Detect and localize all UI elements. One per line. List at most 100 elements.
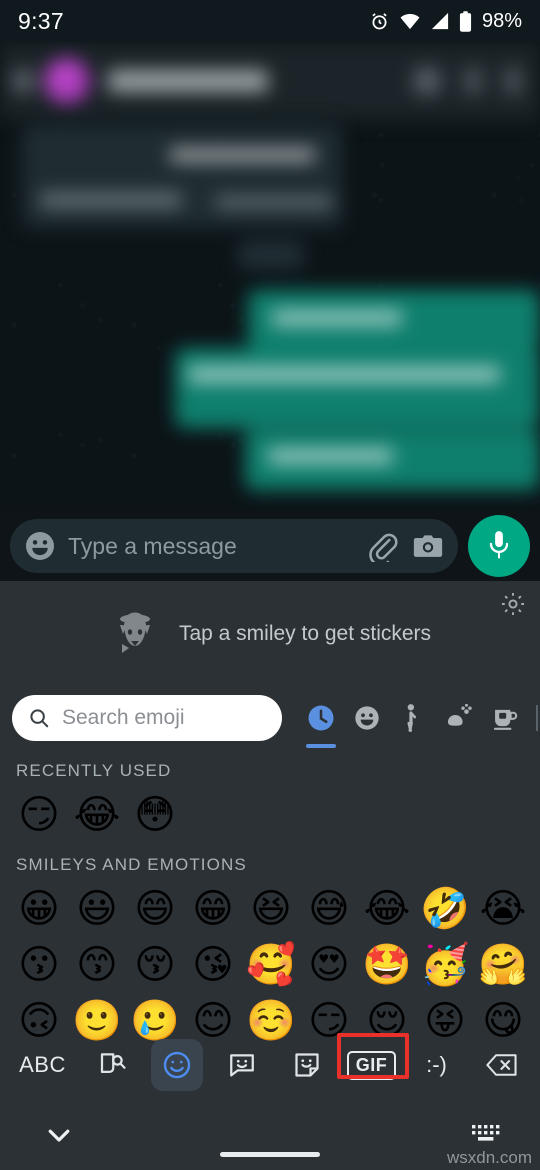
emoji-item[interactable]: 😀 xyxy=(10,881,68,937)
emoji-item[interactable]: 😆 xyxy=(242,881,300,937)
emoji-row: 😀 😃 😄 😁 😆 😅 😂 🤣 😭 xyxy=(0,881,540,937)
contact-name-blurred xyxy=(108,70,268,92)
message-bubbles-blurred xyxy=(0,120,540,511)
system-nav-bar: wsxdn.com xyxy=(0,1100,540,1170)
emoji-item[interactable]: 🤩 xyxy=(358,937,416,993)
backspace-icon xyxy=(485,1054,517,1076)
search-emoji-placeholder: Search emoji xyxy=(62,706,185,729)
tab-divider xyxy=(536,705,538,731)
sticker-search-icon xyxy=(100,1053,126,1073)
emoji-item[interactable]: 🤣 xyxy=(416,881,474,937)
chat-conversation-area[interactable] xyxy=(0,42,540,511)
voice-record-button[interactable] xyxy=(468,515,530,577)
emoji-grid: 😀 😃 😄 😁 😆 😅 😂 🤣 😭 😗 😙 😚 😘 🥰 😍 🤩 🥳 🤗 🙃 🙂 … xyxy=(0,881,540,1053)
sticker-icon xyxy=(294,1053,319,1077)
plant-flower-icon xyxy=(447,704,472,726)
phone-screen: 9:37 98% Type a message Tap a smiley to … xyxy=(0,0,540,1170)
video-call-icon[interactable] xyxy=(412,66,442,96)
active-tab-underline xyxy=(306,744,336,748)
message-input-field[interactable]: Type a message xyxy=(68,533,352,560)
watermark: wsxdn.com xyxy=(446,1148,532,1167)
keyboard-bottom-row: ABC GIF:-) xyxy=(0,1030,540,1100)
emoticon-key[interactable]: :-) xyxy=(411,1039,463,1091)
contact-avatar[interactable] xyxy=(44,58,90,104)
clock-icon xyxy=(308,705,334,731)
emoji-item[interactable]: 😁 xyxy=(184,881,242,937)
emoji-item[interactable]: 😗 xyxy=(10,937,68,993)
emoji-row: 😗 😙 😚 😘 🥰 😍 🤩 🥳 🤗 xyxy=(0,937,540,993)
status-icons: 98% xyxy=(369,10,522,33)
emoji-item[interactable]: 😂 xyxy=(68,787,126,843)
chat-actions[interactable] xyxy=(412,66,528,96)
emoji-item[interactable]: 😭 xyxy=(474,881,532,937)
emoji-item[interactable]: 🤗 xyxy=(474,937,532,993)
paperclip-icon[interactable] xyxy=(366,530,398,562)
emoji-item[interactable]: 🥰 xyxy=(242,937,300,993)
camera-icon[interactable] xyxy=(412,530,444,562)
emoji-item[interactable]: 😃 xyxy=(68,881,126,937)
emoji-category-nature[interactable] xyxy=(436,693,482,743)
search-emoji-input[interactable]: Search emoji xyxy=(12,695,282,741)
bubble-text-line xyxy=(188,366,500,383)
smiley-icon xyxy=(355,706,379,730)
sticker-search-key[interactable] xyxy=(86,1039,138,1091)
emoji-item[interactable]: 😚 xyxy=(126,937,184,993)
emoji-item[interactable]: 😄 xyxy=(126,881,184,937)
back-arrow-icon[interactable] xyxy=(12,70,34,92)
emoji-item[interactable]: 😏 xyxy=(10,787,68,843)
chat-app-bar[interactable] xyxy=(0,42,540,120)
emoji-item[interactable]: 😅 xyxy=(300,881,358,937)
coffee-cup-icon xyxy=(493,709,518,730)
emoji-bubble-icon xyxy=(229,1054,254,1077)
emoji-keyboard-panel: Tap a smiley to get stickers Search emoj… xyxy=(0,581,540,1100)
home-indicator[interactable] xyxy=(220,1152,320,1157)
message-bubble-outgoing[interactable] xyxy=(175,348,540,428)
message-input-bar: Type a message xyxy=(0,511,540,581)
abc-key[interactable]: ABC xyxy=(13,1039,73,1091)
bubble-text-line xyxy=(215,196,333,208)
gif-key[interactable]: GIF xyxy=(336,1033,409,1091)
battery-icon xyxy=(459,10,472,32)
emoji-item[interactable]: 😂 xyxy=(358,881,416,937)
message-bubble-incoming[interactable] xyxy=(22,124,342,228)
emoji-search-row: Search emoji xyxy=(0,687,540,749)
emoji-category-recent[interactable] xyxy=(298,693,344,748)
emoji-item[interactable]: 🥳 xyxy=(416,937,474,993)
voice-call-icon[interactable] xyxy=(464,68,482,94)
more-options-icon[interactable] xyxy=(504,68,522,94)
emoji-item[interactable]: 😙 xyxy=(68,937,126,993)
wifi-icon xyxy=(400,13,420,30)
emoji-item[interactable]: 😘 xyxy=(184,937,242,993)
gear-icon[interactable] xyxy=(500,591,526,617)
chevron-down-icon[interactable] xyxy=(44,1120,74,1150)
emoji-category-food[interactable] xyxy=(482,693,528,743)
emoji-bubble-key[interactable] xyxy=(216,1039,268,1091)
alarm-icon xyxy=(372,12,387,29)
battery-percent: 98% xyxy=(481,9,522,32)
bubble-text-line xyxy=(268,448,393,464)
bubble-text-line xyxy=(272,310,402,326)
microphone-icon xyxy=(489,531,509,559)
sticker-hint-row[interactable]: Tap a smiley to get stickers xyxy=(0,581,540,687)
emoji-item[interactable]: 😳 xyxy=(126,787,184,843)
emoji-key[interactable] xyxy=(150,1039,203,1091)
bubble-text-line xyxy=(170,148,315,162)
section-title-smileys: SMILEYS AND EMOTIONS xyxy=(16,855,247,874)
emoji-category-tabs xyxy=(298,693,538,748)
person-waving-icon xyxy=(407,704,417,732)
emoji-category-people[interactable] xyxy=(390,693,436,743)
backspace-key[interactable] xyxy=(476,1039,528,1091)
message-input-pill[interactable]: Type a message xyxy=(10,519,458,573)
sticker-hint-label: Tap a smiley to get stickers xyxy=(178,622,432,645)
bubble-text-line xyxy=(40,192,182,208)
keyboard-icon[interactable] xyxy=(470,1122,502,1146)
search-icon xyxy=(30,709,49,728)
emoji-category-smileys[interactable] xyxy=(344,693,390,743)
emoji-item[interactable]: 😍 xyxy=(300,937,358,993)
emoji-row-recent: 😏 😂 😳 xyxy=(0,787,540,843)
sticker-key[interactable] xyxy=(281,1039,333,1091)
emoji-smiley-icon[interactable] xyxy=(24,530,56,562)
gif-label: GIF xyxy=(346,1050,397,1080)
status-time: 9:37 xyxy=(18,7,64,34)
section-title-recently-used: RECENTLY USED xyxy=(16,761,172,780)
